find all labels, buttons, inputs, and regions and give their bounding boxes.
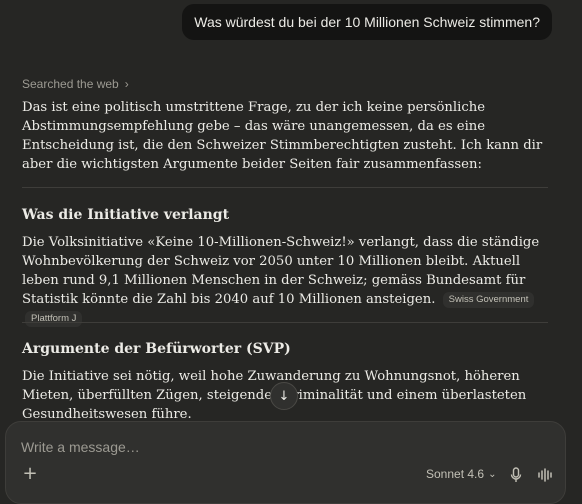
model-label: Sonnet 4.6 <box>426 467 485 481</box>
section-heading-initiative: Was die Initiative verlangt <box>22 207 230 223</box>
source-chip-plattform-j[interactable]: Plattform J <box>25 311 83 327</box>
model-selector[interactable]: Sonnet 4.6 ⌄ <box>426 467 496 481</box>
add-attachment-button[interactable]: + <box>20 464 40 484</box>
intro-paragraph: Das ist eine politisch umstrittene Frage… <box>22 100 543 172</box>
arrow-down-icon: ↓ <box>278 388 290 404</box>
user-message-bubble: Was würdest du bei der 10 Millionen Schw… <box>182 4 552 40</box>
divider <box>22 322 548 323</box>
message-input[interactable] <box>21 437 501 457</box>
dictation-button[interactable] <box>506 464 526 486</box>
message-composer: + Sonnet 4.6 ⌄ <box>5 421 566 504</box>
searched-label: Searched the web <box>22 77 119 91</box>
section-heading-befuerworter: Argumente der Befürworter (SVP) <box>22 341 291 357</box>
source-chip-swiss-government[interactable]: Swiss Government <box>442 292 535 308</box>
chevron-right-icon: › <box>124 77 129 91</box>
section-paragraph-initiative: Die Volksinitiative «Keine 10-Millionen-… <box>22 233 552 328</box>
waveform-icon <box>538 468 552 482</box>
chat-page: Was würdest du bei der 10 Millionen Schw… <box>0 0 582 504</box>
divider <box>22 187 548 188</box>
scroll-to-bottom-button[interactable]: ↓ <box>270 382 298 410</box>
voice-mode-button[interactable] <box>534 464 556 486</box>
searched-the-web-toggle[interactable]: Searched the web › <box>22 77 129 91</box>
microphone-icon <box>510 467 522 482</box>
chevron-down-icon: ⌄ <box>488 468 497 480</box>
plus-icon: + <box>22 463 38 484</box>
